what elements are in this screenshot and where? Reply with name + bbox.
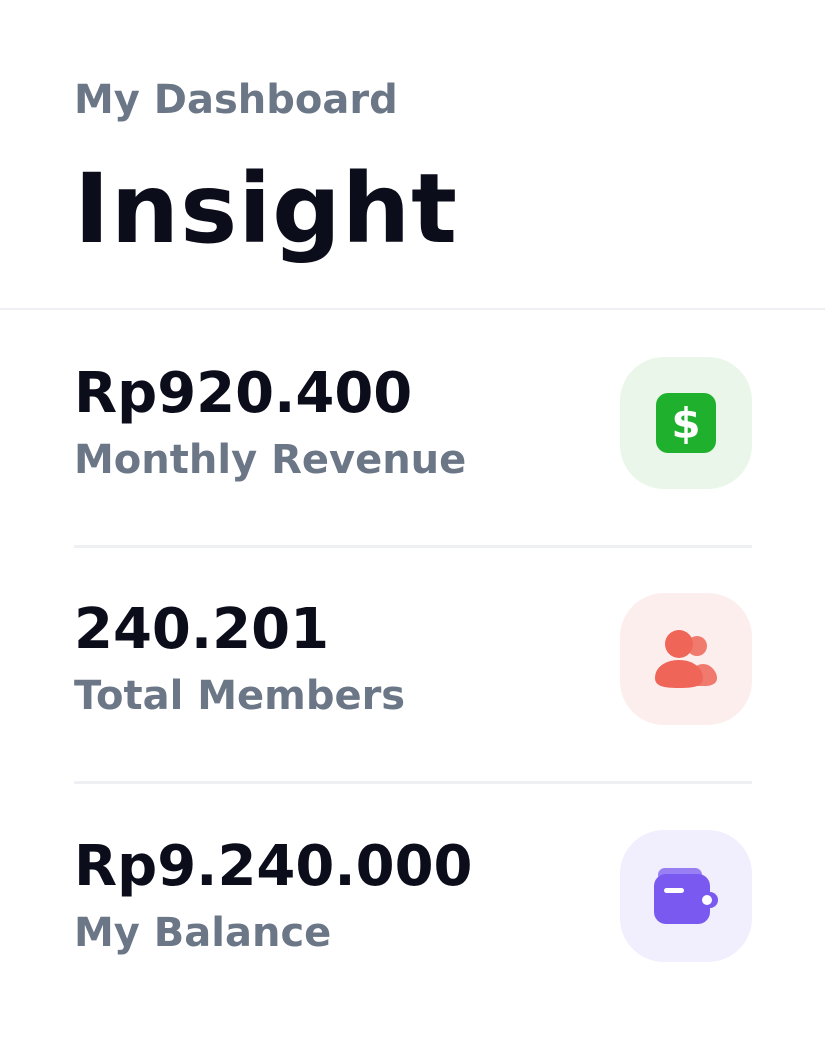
wallet-icon: [654, 868, 718, 924]
stat-text: Rp920.400 Monthly Revenue: [74, 360, 466, 486]
stat-card-my-balance[interactable]: Rp9.240.000 My Balance: [74, 784, 752, 1020]
dollar-icon: $: [656, 392, 716, 453]
page-title: Insight: [74, 153, 459, 265]
insight-dashboard: My Dashboard Insight Rp920.400 Monthly R…: [0, 0, 825, 1047]
svg-text:$: $: [671, 399, 700, 448]
stat-label: Monthly Revenue: [74, 436, 467, 483]
stat-card-monthly-revenue[interactable]: Rp920.400 Monthly Revenue $: [74, 312, 752, 548]
stat-icon-tile: [620, 592, 752, 725]
stat-icon-tile: [620, 830, 752, 962]
users-icon: [655, 629, 717, 688]
stat-icon-tile: $: [620, 356, 752, 489]
dashboard-header: My Dashboard Insight: [0, 0, 825, 310]
page-subtitle: My Dashboard: [74, 77, 398, 123]
stat-text: Rp9.240.000 My Balance: [74, 833, 473, 959]
stat-value: Rp920.400: [74, 360, 413, 426]
stat-value: Rp9.240.000: [74, 834, 473, 899]
stats-list: Rp920.400 Monthly Revenue $ 240.201 Tota…: [74, 312, 752, 1020]
stat-value: 240.201: [74, 596, 330, 662]
stat-card-total-members[interactable]: 240.201 Total Members: [74, 548, 752, 784]
stat-label: Total Members: [74, 672, 406, 719]
stat-text: 240.201 Total Members: [74, 596, 405, 722]
stat-label: My Balance: [74, 910, 332, 956]
